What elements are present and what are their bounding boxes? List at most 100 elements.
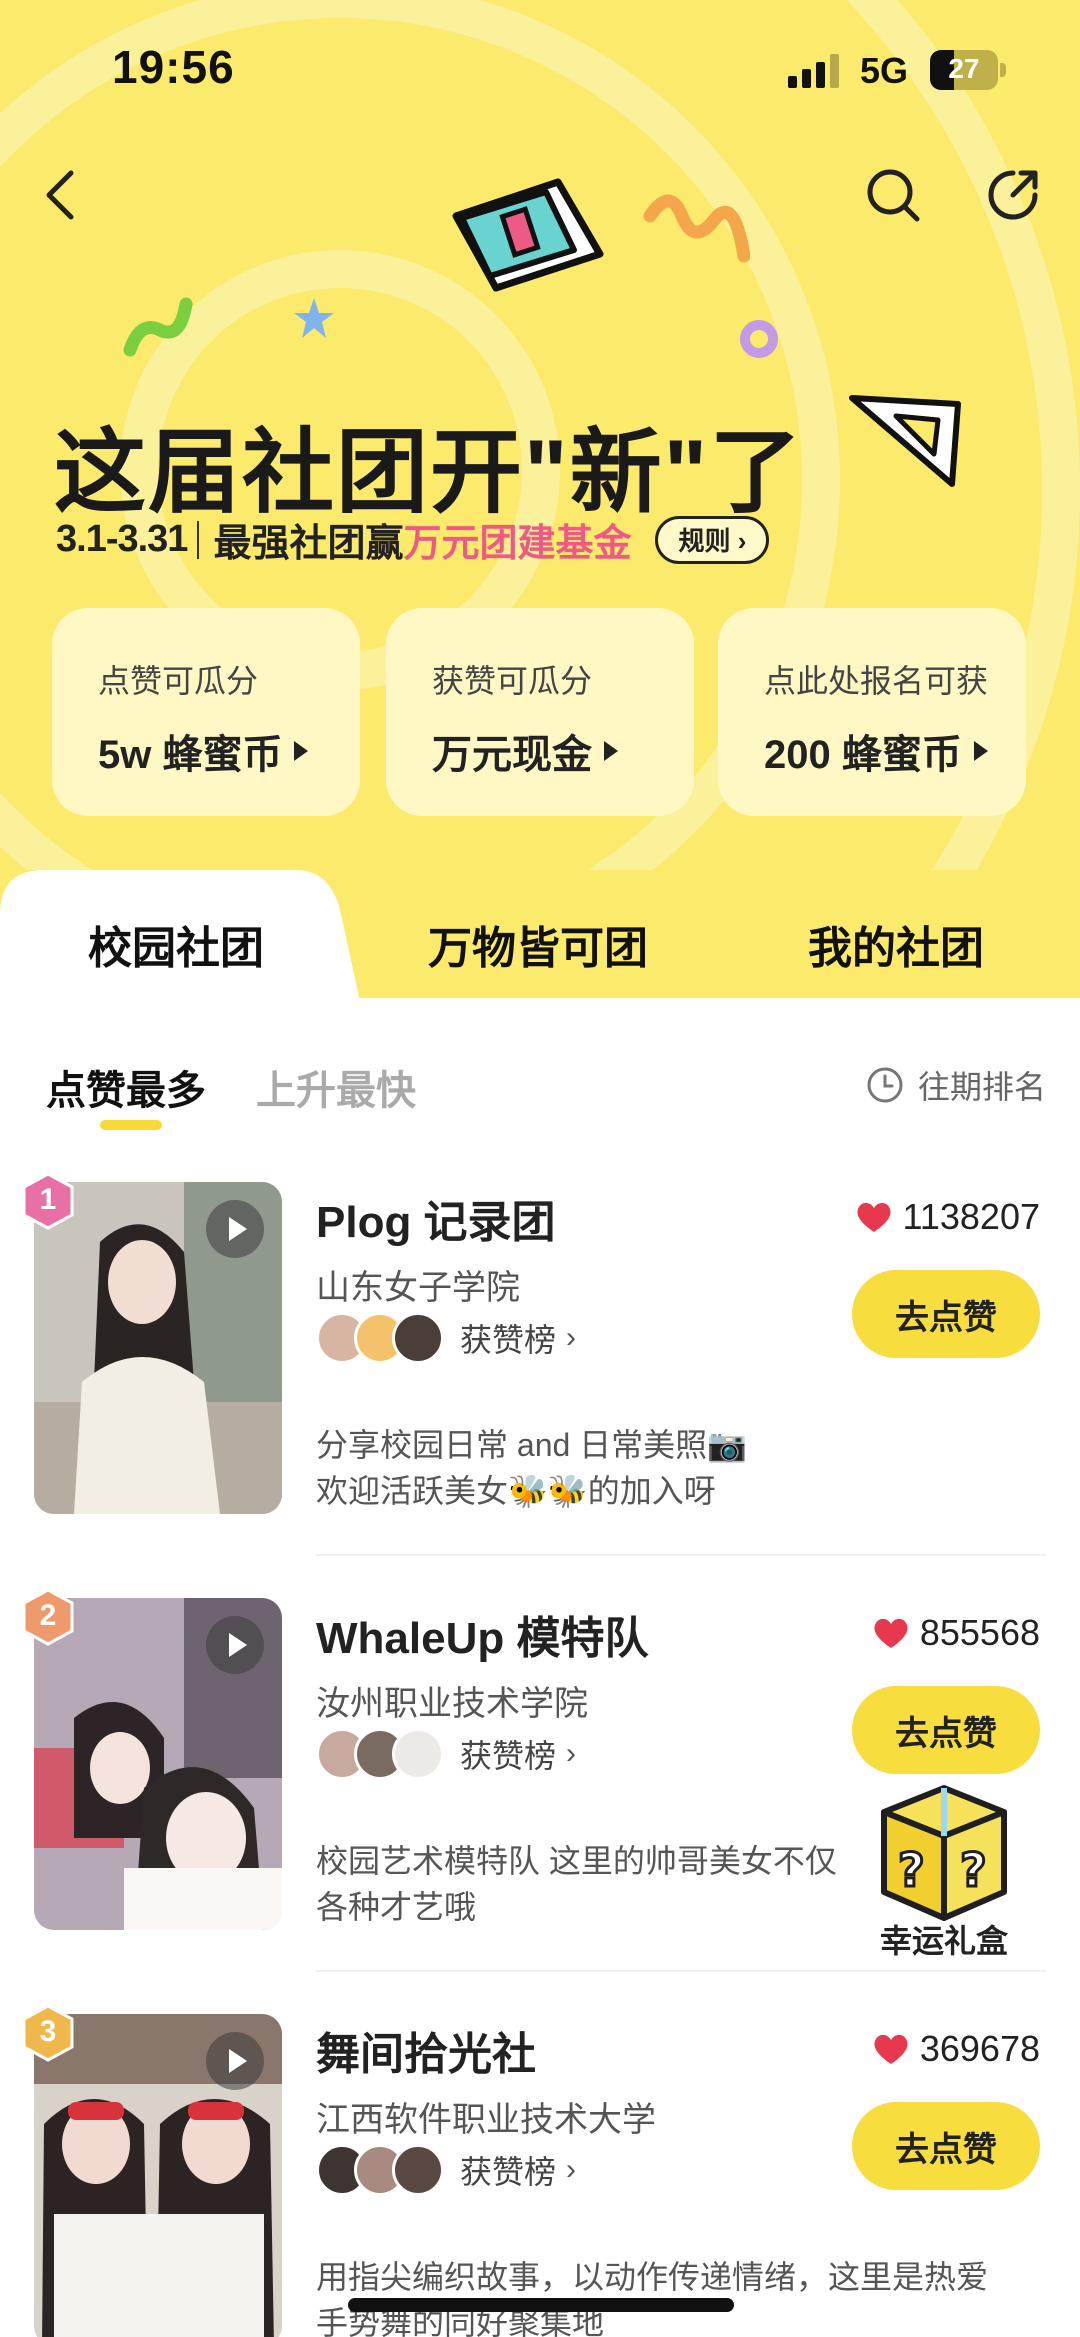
reward-value: 200 蜂蜜币 — [764, 733, 962, 777]
home-indicator[interactable] — [348, 2298, 734, 2312]
avatar — [392, 1312, 444, 1364]
play-icon — [206, 2032, 264, 2090]
club-school: 山东女子学院 — [316, 1269, 520, 1307]
play-icon — [206, 1616, 264, 1674]
past-rankings-label: 往期排名 — [917, 1069, 1046, 1105]
club-description: 用指尖编织故事，以动作传递情绪，这里是热爱 手势舞的同好聚集地 — [316, 2254, 1036, 2337]
reward-value: 万元现金 — [432, 733, 592, 777]
chevron-right-icon: › — [566, 1321, 577, 1354]
like-button[interactable]: 去点赞 — [852, 1686, 1040, 1774]
reward-card-signup[interactable]: 点此处报名可获 200 蜂蜜币 — [718, 608, 1026, 816]
campaign-subline: 3.1-3.31 最强社团赢 万元团建基金 规则 › — [56, 512, 770, 567]
divider — [197, 520, 200, 559]
item-divider — [316, 1554, 1046, 1556]
club-list-item[interactable]: 3 舞间拾光社 江西软件职业技术大学 获赞榜 › 用指尖编织故事，以动作传递情绪，… — [0, 2004, 1080, 2337]
gift-box-icon: ? ? — [881, 1785, 1007, 1921]
praise-avatars[interactable]: 获赞榜 › — [316, 2144, 576, 2196]
praise-rank-label: 获赞榜 — [460, 1322, 557, 1358]
reward-card-like[interactable]: 点赞可瓜分 5w 蜂蜜币 — [52, 608, 360, 816]
reward-value: 5w 蜂蜜币 — [98, 733, 283, 777]
description-line: 分享校园日常 and 日常美照📷 — [316, 1427, 748, 1463]
tagline-accent: 万元团建基金 — [403, 523, 632, 565]
arrow-right-icon — [973, 741, 988, 761]
signal-icon — [788, 54, 839, 88]
description-line: 欢迎活跃美女🐝🐝的加入呀 — [316, 1473, 716, 1509]
club-video-thumbnail[interactable] — [34, 1182, 282, 1514]
tab-campus-clubs[interactable]: 校园社团 — [88, 912, 264, 976]
like-button[interactable]: 去点赞 — [852, 1270, 1040, 1358]
tab-anything-groups[interactable]: 万物皆可团 — [428, 912, 648, 976]
back-button[interactable] — [26, 160, 96, 230]
heart-icon — [874, 2034, 908, 2064]
share-icon — [988, 170, 1038, 220]
club-name[interactable]: WhaleUp 模特队 — [316, 1602, 648, 1666]
chevron-right-icon: › — [566, 2153, 577, 2186]
rank-number: 2 — [39, 1599, 57, 1632]
reward-title: 获赞可瓜分 — [432, 663, 593, 699]
svg-text:?: ? — [898, 1843, 925, 1897]
search-button[interactable] — [858, 160, 928, 230]
search-icon — [867, 169, 920, 222]
back-icon — [46, 170, 74, 220]
like-count: 1138207 — [855, 1196, 1040, 1238]
rank-number: 1 — [39, 1183, 57, 1216]
squiggle-orange — [643, 194, 750, 263]
rank-badge: 2 — [22, 1588, 74, 1646]
club-video-thumbnail[interactable] — [34, 2014, 282, 2337]
squiggle-green — [123, 297, 193, 357]
club-school: 汝州职业技术学院 — [316, 1685, 588, 1723]
reward-title: 点此处报名可获 — [764, 663, 989, 699]
heart-icon — [874, 1618, 908, 1648]
chevron-right-icon: › — [566, 1737, 577, 1770]
like-count: 369678 — [872, 2028, 1040, 2070]
newspaper-sticker — [452, 178, 604, 292]
arrow-right-icon — [604, 741, 618, 761]
clock-icon — [867, 1067, 903, 1103]
reward-card-liked[interactable]: 获赞可瓜分 万元现金 — [386, 608, 694, 816]
club-video-thumbnail[interactable] — [34, 1598, 282, 1930]
network-label: 5G — [860, 50, 909, 91]
like-button[interactable]: 去点赞 — [852, 2102, 1040, 2190]
like-count-value: 369678 — [919, 2028, 1040, 2069]
share-button[interactable] — [978, 160, 1048, 230]
date-range: 3.1-3.31 — [56, 518, 188, 560]
sort-tabs: 点赞最多 上升最快 — [46, 1058, 416, 1130]
praise-rank-label: 获赞榜 — [460, 2154, 557, 2190]
heart-icon — [856, 1202, 891, 1232]
club-school: 江西软件职业技术大学 — [316, 2101, 656, 2139]
praise-avatars[interactable]: 获赞榜 › — [316, 1312, 576, 1364]
gift-box-label: 幸运礼盒 — [879, 1923, 1008, 1959]
club-name[interactable]: 舞间拾光社 — [316, 2018, 536, 2082]
avatar — [392, 1728, 444, 1780]
rank-badge: 3 — [22, 2004, 74, 2062]
sort-fastest-rising[interactable]: 上升最快 — [256, 1058, 416, 1116]
past-rankings-link[interactable]: 往期排名 — [866, 1062, 1046, 1108]
rank-number: 3 — [39, 2015, 57, 2048]
play-icon — [206, 1200, 264, 1258]
sort-most-liked[interactable]: 点赞最多 — [46, 1058, 206, 1130]
status-time: 19:56 — [112, 41, 235, 93]
avatar — [392, 2144, 444, 2196]
rank-badge: 1 — [22, 1172, 74, 1230]
rules-button[interactable]: 规则 › — [655, 515, 770, 564]
description-line: 用指尖编织故事，以动作传递情绪，这里是热爱 — [316, 2259, 989, 2295]
tab-my-clubs[interactable]: 我的社团 — [808, 912, 984, 976]
tagline-prefix: 最强社团赢 — [213, 523, 404, 565]
status-bar: 19:56 5G 27 — [0, 0, 1080, 140]
set-square-sticker — [849, 395, 961, 487]
battery-icon: 27 — [930, 50, 1006, 90]
praise-avatars[interactable]: 获赞榜 › — [316, 1728, 576, 1780]
lucky-gift-box[interactable]: ? ? 幸运礼盒 — [864, 1778, 1022, 1959]
svg-text:?: ? — [960, 1843, 987, 1897]
battery-level: 27 — [948, 53, 980, 84]
item-divider — [316, 1970, 1046, 1972]
club-name[interactable]: Plog 记录团 — [316, 1186, 556, 1250]
praise-rank-label: 获赞榜 — [460, 1738, 557, 1774]
donut-sticker — [740, 320, 778, 358]
main-tabs: 校园社团 万物皆可团 我的社团 — [0, 870, 1080, 1010]
sort-most-liked-label: 点赞最多 — [46, 1069, 206, 1113]
like-count-value: 1138207 — [902, 1196, 1040, 1237]
club-list-item[interactable]: 1 Plog 记录团 山东女子学院 获赞榜 › 分享校园日常 and 日常美照📷 … — [0, 1172, 1080, 1592]
arrow-right-icon — [294, 741, 309, 761]
active-underline — [100, 1120, 162, 1130]
